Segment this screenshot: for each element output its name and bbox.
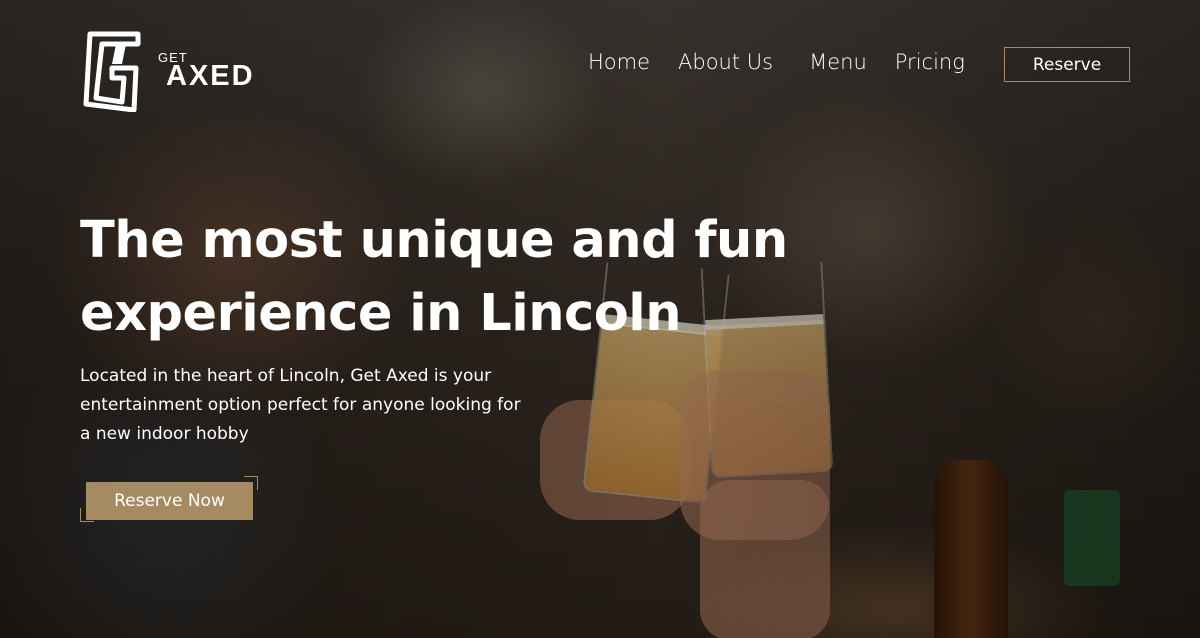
hero-description: Located in the heart of Lincoln, Get Axe… [80, 362, 550, 449]
axe-logo-icon [83, 31, 141, 112]
nav-link-home[interactable]: Home [588, 50, 650, 74]
nav-reserve-button[interactable]: Reserve [1004, 47, 1130, 82]
nav-link-pricing[interactable]: Pricing [895, 50, 965, 74]
nav-link-about-us[interactable]: About Us [678, 50, 773, 74]
hero-description-line-3: a new indoor hobby [80, 424, 249, 444]
site-logo[interactable]: GET AXED [82, 28, 258, 112]
main-nav: Home About Us Menu Pricing [588, 50, 993, 74]
hero-description-line-1: Located in the heart of Lincoln, Get Axe… [80, 366, 492, 386]
hero-headline-line-1: The most unique and fun [80, 211, 788, 270]
reserve-now-frame: Reserve Now [80, 476, 258, 522]
hero-section: GET AXED Home About Us Menu Pricing Rese… [0, 0, 1200, 638]
nav-link-menu[interactable]: Menu [809, 50, 867, 74]
hero-headline: The most unique and fun experience in Li… [80, 204, 840, 350]
logo-axed-text: AXED [166, 60, 255, 92]
reserve-now-button[interactable]: Reserve Now [86, 482, 253, 520]
hero-description-line-2: entertainment option perfect for anyone … [80, 395, 521, 415]
logo-wordmark: GET AXED [158, 40, 258, 100]
hero-headline-line-2: experience in Lincoln [80, 284, 682, 343]
